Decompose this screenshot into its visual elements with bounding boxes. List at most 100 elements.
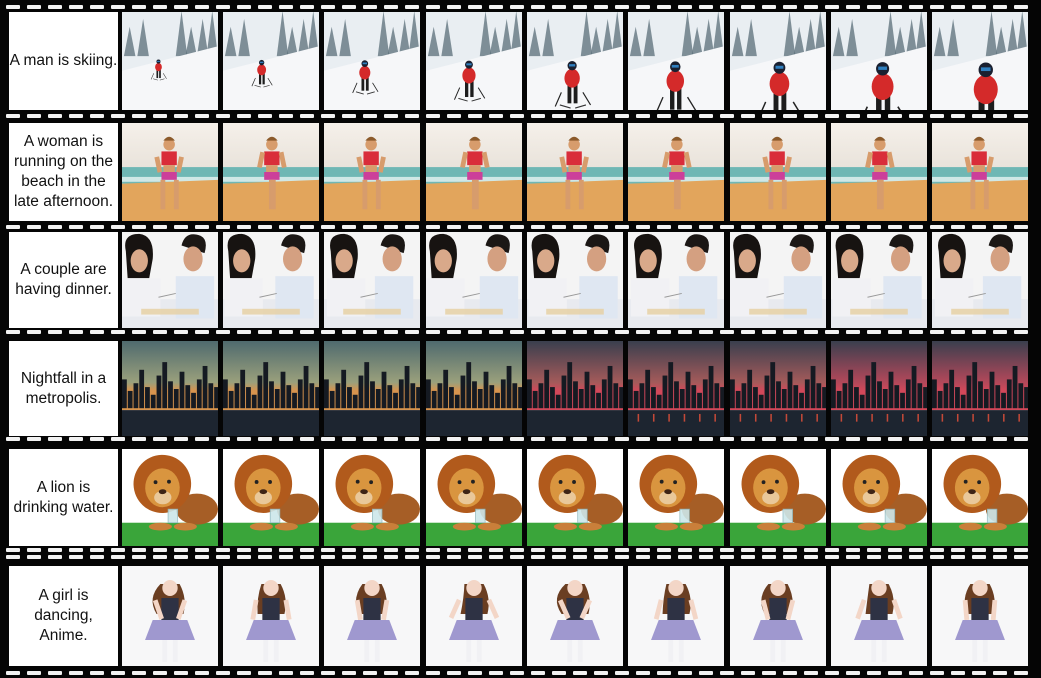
film-perforation (951, 330, 965, 334)
film-perforation (321, 330, 335, 334)
film-perforation (825, 330, 839, 334)
film-perforation (930, 330, 944, 334)
row-caption-text: A lion is drinking water. (13, 478, 114, 516)
film-perforation (699, 330, 713, 334)
video-frame-city (628, 341, 724, 437)
film-perforation (741, 437, 755, 441)
film-perforation (993, 555, 1007, 559)
film-perforation (636, 437, 650, 441)
film-perforation (237, 437, 251, 441)
film-perforation (699, 555, 713, 559)
film-perforation (531, 671, 545, 675)
film-perforation (636, 330, 650, 334)
film-perforation (846, 5, 860, 9)
film-perforation (867, 5, 881, 9)
film-perforation (27, 548, 41, 552)
film-perforation (699, 225, 713, 229)
film-perforation (888, 5, 902, 9)
film-perforation (216, 330, 230, 334)
video-frame-lion (223, 449, 319, 546)
film-perforation (951, 548, 965, 552)
film-perforation (699, 437, 713, 441)
film-perforation (132, 5, 146, 9)
film-perforation (1014, 548, 1028, 552)
video-frame-lion (426, 449, 522, 546)
film-perforation (48, 5, 62, 9)
film-perforation (552, 671, 566, 675)
film-perforation (699, 114, 713, 118)
film-perforation (888, 437, 902, 441)
film-perforation (993, 5, 1007, 9)
film-perforation (804, 671, 818, 675)
film-perforation (783, 548, 797, 552)
film-perforation (48, 225, 62, 229)
film-perforation (678, 671, 692, 675)
row-caption: A man is skiing. (9, 12, 118, 110)
film-perforation (426, 5, 440, 9)
video-frame-anime (426, 566, 522, 666)
film-perforation (90, 330, 104, 334)
film-perforation (825, 225, 839, 229)
film-perforation (6, 225, 20, 229)
video-frame-beach (730, 123, 826, 221)
row-caption: Nightfall in a metropolis. (9, 341, 118, 437)
film-perforation (678, 330, 692, 334)
film-perforation (69, 437, 83, 441)
film-perforation (636, 114, 650, 118)
film-perforation (888, 225, 902, 229)
film-perforation (825, 114, 839, 118)
film-perforation (6, 555, 20, 559)
film-perforation (426, 671, 440, 675)
film-perforation (6, 671, 20, 675)
video-frame-dinner (628, 232, 724, 328)
film-perforation (321, 114, 335, 118)
film-perforation (111, 114, 125, 118)
film-perforation (657, 330, 671, 334)
film-perforation (468, 225, 482, 229)
film-perforation (258, 225, 272, 229)
film-perforation (6, 114, 20, 118)
film-perforation (468, 5, 482, 9)
film-perforation-row (0, 114, 1041, 118)
film-perforation (342, 671, 356, 675)
film-perforation (909, 671, 923, 675)
film-perforation (930, 555, 944, 559)
film-perforation (573, 437, 587, 441)
film-perforation (615, 330, 629, 334)
film-perforation (678, 225, 692, 229)
film-perforation (384, 114, 398, 118)
film-perforation (447, 548, 461, 552)
film-perforation (426, 114, 440, 118)
film-perforation (657, 437, 671, 441)
film-perforation (342, 225, 356, 229)
video-frame-ski (122, 12, 218, 110)
film-perforation (1014, 114, 1028, 118)
film-perforation (132, 225, 146, 229)
film-perforation (111, 437, 125, 441)
video-frame-beach (122, 123, 218, 221)
video-frame-city (831, 341, 927, 437)
film-perforation (69, 548, 83, 552)
film-perforation (153, 548, 167, 552)
video-frame-beach (831, 123, 927, 221)
film-perforation (363, 555, 377, 559)
film-perforation (195, 671, 209, 675)
film-perforation (720, 114, 734, 118)
film-perforation (951, 437, 965, 441)
film-perforation (111, 225, 125, 229)
film-perforation (888, 555, 902, 559)
film-perforation (300, 548, 314, 552)
video-frame-lion (730, 449, 826, 546)
film-perforation (804, 548, 818, 552)
film-perforation (510, 114, 524, 118)
film-perforation (132, 437, 146, 441)
film-perforation (573, 114, 587, 118)
film-perforation (846, 330, 860, 334)
film-perforation (867, 555, 881, 559)
film-perforation (594, 330, 608, 334)
row-caption-text: A man is skiing. (9, 52, 118, 69)
film-perforation (615, 437, 629, 441)
film-perforation (258, 437, 272, 441)
film-perforation (447, 555, 461, 559)
video-frame-lion (527, 449, 623, 546)
